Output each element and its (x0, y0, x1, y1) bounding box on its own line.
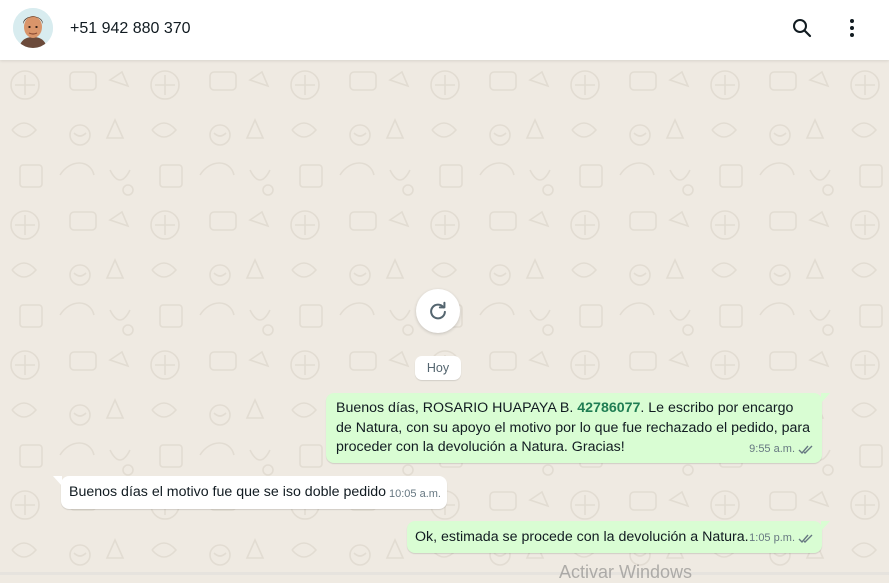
search-icon (793, 19, 812, 38)
more-vertical-icon (850, 19, 854, 37)
message-time: 10:05 a.m. (389, 487, 441, 500)
message-outgoing[interactable]: Ok, estimada se procede con la devolució… (407, 521, 830, 553)
message-time: 1:05 p.m. (749, 531, 795, 544)
bubble-tail (53, 476, 62, 486)
refresh-button[interactable] (416, 289, 460, 333)
contact-avatar[interactable] (13, 8, 53, 48)
menu-button[interactable] (840, 16, 864, 40)
double-check-icon (798, 534, 813, 543)
date-separator: Hoy (415, 356, 461, 380)
chat-header: +51 942 880 370 (0, 0, 889, 60)
message-text: Ok, estimada se procede con la devolució… (415, 529, 749, 545)
bubble-tail (821, 521, 830, 531)
message-meta: 1:05 p.m. (749, 529, 814, 549)
highlighted-number[interactable]: 42786077 (577, 400, 640, 416)
message-meta: 10:05 a.m. (389, 485, 441, 505)
bubble-tail (821, 393, 830, 403)
refresh-icon (430, 301, 446, 320)
avatar-image (13, 8, 53, 48)
message-text-part: Buenos días, ROSARIO HUAPAYA B. (336, 400, 578, 416)
message-text: Buenos días el motivo fue que se iso dob… (69, 484, 387, 500)
message-time: 9:55 a.m. (749, 442, 795, 455)
message-incoming[interactable]: Buenos días el motivo fue que se iso dob… (53, 476, 447, 509)
chat-area[interactable]: Hoy Buenos días, ROSARIO HUAPAYA B. 4278… (0, 60, 889, 575)
message-outgoing[interactable]: Buenos días, ROSARIO HUAPAYA B. 42786077… (326, 393, 830, 463)
message-meta: 9:55 a.m. (749, 440, 814, 460)
double-check-icon (798, 445, 813, 454)
windows-activation-watermark: Activar Windows (559, 562, 693, 582)
search-button[interactable] (790, 16, 814, 40)
contact-name[interactable]: +51 942 880 370 (70, 20, 191, 38)
message-text: Buenos días, ROSARIO HUAPAYA B. 42786077… (336, 399, 812, 458)
